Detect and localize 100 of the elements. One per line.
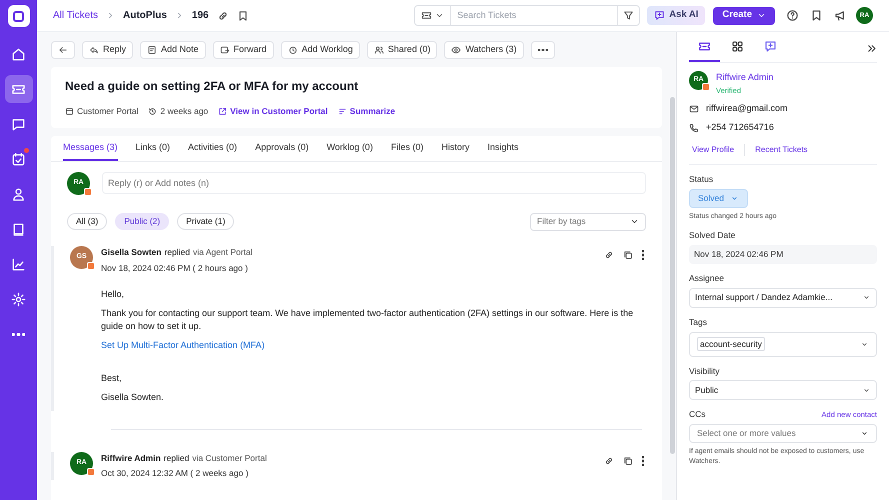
tab[interactable]: Links (0) bbox=[136, 136, 170, 161]
tab[interactable]: Approvals (0) bbox=[255, 136, 309, 161]
ticket-source: Customer Portal bbox=[65, 105, 138, 118]
portal-badge-icon bbox=[87, 262, 95, 270]
calendar-check-icon bbox=[11, 152, 26, 166]
breadcrumb-item: 196 bbox=[192, 9, 209, 23]
tag-chip: account-security bbox=[697, 336, 765, 352]
field-label: Visibility bbox=[689, 364, 720, 378]
portal-badge-icon bbox=[702, 83, 710, 91]
copy-button[interactable] bbox=[623, 250, 633, 260]
filter-chip[interactable]: Private (1) bbox=[177, 213, 234, 230]
reply-source: via Customer Portal bbox=[192, 452, 267, 464]
reply-verb: replied bbox=[164, 246, 190, 258]
grid-icon bbox=[731, 40, 744, 52]
message-paragraph: Hello, bbox=[101, 288, 126, 302]
link-button[interactable] bbox=[604, 456, 614, 466]
solved-date-field: Nov 18, 2024 02:46 PM bbox=[689, 245, 877, 264]
filter-chip[interactable]: Public (2) bbox=[115, 213, 170, 230]
bookmark-button[interactable] bbox=[810, 9, 823, 22]
filter-icon bbox=[623, 10, 634, 21]
help-button[interactable] bbox=[786, 9, 799, 22]
message-paragraph: Thank you for contacting our support team. We have implemented two-factor authentication (2FA) settings in our software. Here is the guide on how to set it up. bbox=[101, 307, 634, 334]
summarize-link[interactable]: Summarize bbox=[338, 105, 396, 118]
reply-button[interactable]: Reply bbox=[82, 41, 134, 59]
search-bar[interactable]: Search Tickets bbox=[414, 5, 640, 26]
field-label: CCs bbox=[689, 408, 706, 422]
help-icon bbox=[786, 9, 799, 22]
ticket-icon bbox=[698, 40, 711, 52]
ticket-title: Need a guide on setting 2FA or MFA for my account bbox=[65, 78, 360, 95]
worklog-button[interactable]: Add Worklog bbox=[280, 41, 360, 59]
users-icon bbox=[374, 45, 384, 55]
tag-filter-dropdown[interactable]: Filter by tags bbox=[530, 212, 646, 231]
window-icon bbox=[65, 106, 74, 116]
app-logo bbox=[8, 5, 30, 27]
more-button[interactable] bbox=[530, 41, 555, 59]
select-field[interactable]: Public bbox=[689, 380, 877, 400]
sparkle-chat-icon bbox=[764, 40, 777, 52]
back-arrow-icon bbox=[58, 45, 68, 55]
mail-icon bbox=[689, 104, 699, 114]
view-in-portal-link[interactable]: View in Customer Portal bbox=[218, 105, 328, 118]
phone-icon bbox=[689, 123, 699, 133]
note-icon bbox=[147, 45, 158, 55]
megaphone-icon bbox=[834, 9, 847, 22]
cc-select-field[interactable]: Select one or more values bbox=[689, 424, 877, 444]
back-button[interactable] bbox=[51, 41, 75, 59]
field-label: Tags bbox=[689, 316, 707, 329]
link-icon bbox=[216, 10, 229, 22]
contact-email: riffwirea@gmail.com bbox=[706, 102, 788, 115]
shared-button[interactable]: Shared (0) bbox=[366, 41, 438, 59]
link-icon bbox=[604, 250, 614, 260]
eye-icon bbox=[451, 45, 462, 55]
forward-icon bbox=[220, 45, 230, 55]
collapse-button[interactable] bbox=[866, 43, 877, 54]
watchers-button[interactable]: Watchers (3) bbox=[444, 41, 524, 59]
create-button[interactable]: Create bbox=[713, 6, 775, 24]
field-label: Status bbox=[689, 172, 714, 186]
field-label: Assignee bbox=[689, 272, 724, 285]
tab[interactable]: Messages (3) bbox=[63, 136, 118, 161]
link-button[interactable] bbox=[604, 250, 614, 260]
tab[interactable]: History bbox=[441, 136, 470, 161]
forward-button[interactable]: Forward bbox=[212, 41, 274, 59]
caret-icon bbox=[757, 11, 766, 20]
reply-icon bbox=[89, 45, 99, 55]
lines-icon bbox=[338, 106, 347, 116]
tab[interactable]: Activities (0) bbox=[188, 136, 238, 161]
message-time: Nov 18, 2024 02:46 PM ( 2 hours ago ) bbox=[101, 262, 249, 274]
filter-chip[interactable]: All (3) bbox=[67, 213, 108, 230]
contact-link[interactable]: Recent Tickets bbox=[755, 144, 808, 156]
history-icon bbox=[148, 106, 158, 116]
tab[interactable]: Worklog (0) bbox=[326, 136, 373, 161]
portal-badge-icon bbox=[84, 188, 92, 196]
select-field[interactable]: Internal support / Dandez Adamkie... bbox=[689, 288, 877, 308]
external-link-icon bbox=[218, 106, 228, 116]
author-name: Gisella Sowten bbox=[101, 246, 162, 258]
message-paragraph: Gisella Sowten. bbox=[101, 391, 165, 404]
caret-icon bbox=[435, 11, 444, 20]
portal-badge-icon bbox=[87, 468, 95, 476]
tags-field[interactable]: account-security bbox=[689, 332, 877, 357]
search-field[interactable]: Search Tickets bbox=[451, 8, 618, 22]
reply-field[interactable]: Reply (r) or Add notes (n) bbox=[102, 172, 646, 194]
megaphone-button[interactable] bbox=[834, 9, 847, 22]
tab[interactable]: Files (0) bbox=[390, 136, 424, 161]
copy-icon bbox=[623, 250, 633, 260]
message-time: Oct 30, 2024 12:32 AM ( 2 weeks ago ) bbox=[101, 467, 250, 480]
bookmark-icon bbox=[810, 9, 823, 22]
note-button[interactable]: Add Note bbox=[140, 41, 206, 59]
ticket-icon bbox=[421, 10, 432, 21]
copy-icon bbox=[623, 456, 633, 466]
guide-link[interactable]: Set Up Multi-Factor Authentication (MFA) bbox=[101, 339, 644, 352]
message-paragraph: Best, bbox=[101, 372, 123, 386]
contact-name[interactable]: Riffwire Admin bbox=[716, 71, 774, 84]
ask-ai-button[interactable]: Ask AI bbox=[647, 6, 706, 25]
tab[interactable]: Insights bbox=[487, 136, 519, 161]
sidebar-ticket-button[interactable] bbox=[4, 75, 32, 103]
copy-button[interactable] bbox=[623, 456, 633, 466]
scrollbar[interactable] bbox=[670, 97, 675, 454]
double-chevron-icon bbox=[866, 43, 877, 54]
contact-link[interactable]: View Profile bbox=[692, 144, 734, 156]
author-name: Riffwire Admin bbox=[101, 452, 161, 464]
breadcrumb-link[interactable]: All Tickets bbox=[53, 8, 98, 23]
